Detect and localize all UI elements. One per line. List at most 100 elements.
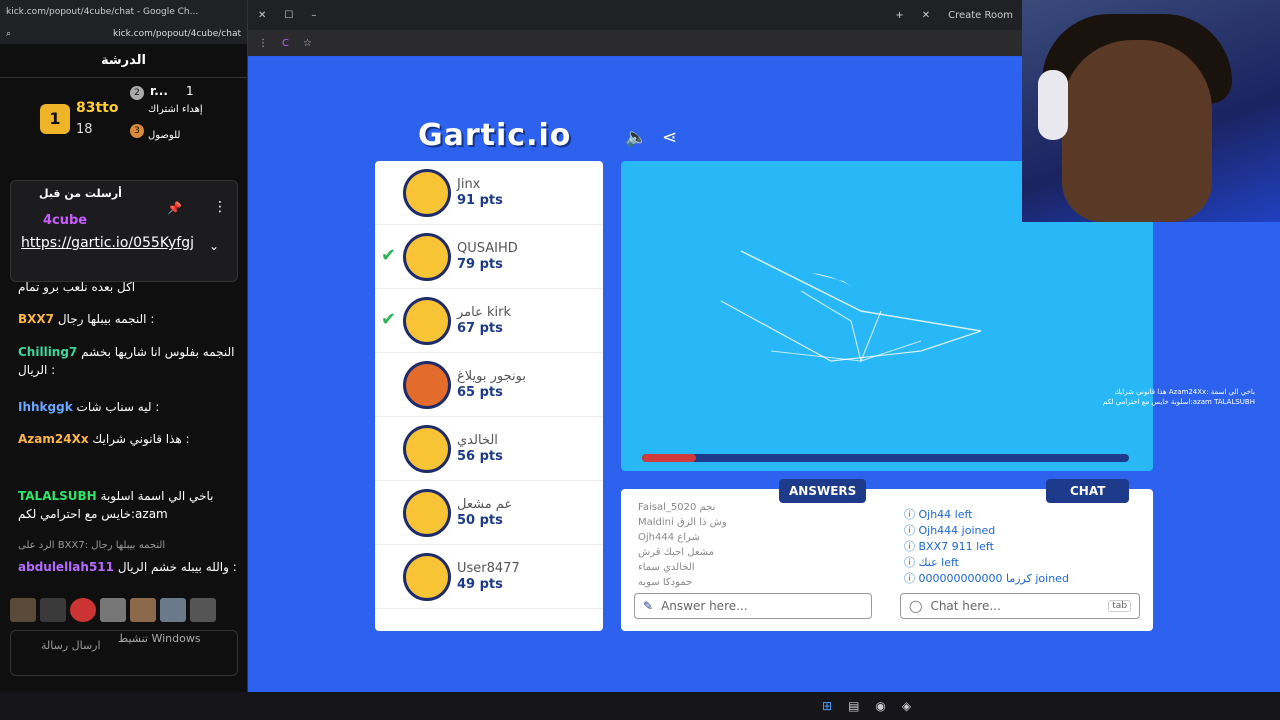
- player-avatar: [403, 233, 451, 281]
- minimize-icon[interactable]: –: [311, 10, 316, 21]
- emote[interactable]: [160, 598, 186, 622]
- chat-url[interactable]: kick.com/popout/4cube/chat: [113, 29, 241, 39]
- chat-text: النجمه بيبلها رجال :: [57, 312, 155, 326]
- chat-username[interactable]: Azam24Xx: [18, 432, 89, 446]
- chat-url-bar[interactable]: ⌕ kick.com/popout/4cube/chat: [0, 24, 247, 44]
- webcam-overlay: [1022, 0, 1280, 222]
- player-points: 91 pts: [457, 193, 503, 208]
- chevron-down-icon[interactable]: ⌄: [209, 239, 219, 253]
- chat-tab[interactable]: CHAT: [1046, 479, 1130, 503]
- player-row[interactable]: Jinx 91 pts: [375, 161, 603, 225]
- player-row[interactable]: ✔ عامر kirk 67 pts: [375, 289, 603, 353]
- chat-message: Azam24Xx هذا قانوني شرايك :: [18, 430, 240, 448]
- player-points: 50 pts: [457, 513, 503, 528]
- chat-item-text: Ojh444 joined: [918, 524, 996, 537]
- bookmark-icon[interactable]: ☆: [303, 38, 312, 49]
- player-name: عم مشعل: [457, 497, 513, 512]
- second-name: r...: [150, 84, 168, 98]
- answer-item: الخالدي سماء: [638, 562, 695, 573]
- chat-username[interactable]: TALALSUBH: [18, 489, 97, 503]
- browser-titlebar: ✕ ☐ – + ✕ Create Room: [248, 0, 1023, 30]
- start-icon[interactable]: ⊞: [822, 699, 832, 713]
- pinned-link[interactable]: https://gartic.io/055Kyfgj: [21, 233, 201, 254]
- player-points: 65 pts: [457, 385, 503, 400]
- chat-username[interactable]: Ihhkggk: [18, 400, 73, 414]
- chat-item-text: 000000000000 كرزما joined: [918, 572, 1069, 585]
- pinned-message[interactable]: أرسلت من قبل 📌 ⋮ 4cube https://gartic.io…: [10, 180, 238, 282]
- pinned-header: أرسلت من قبل: [39, 187, 122, 200]
- share-icon[interactable]: ⋖: [662, 127, 677, 148]
- player-avatar: [403, 425, 451, 473]
- round-progress-bar: [642, 454, 1129, 462]
- windows-activation-note: تنشيط Windows: [118, 632, 201, 645]
- chrome-icon[interactable]: ◉: [875, 699, 885, 713]
- steam-icon[interactable]: ◈: [902, 699, 911, 713]
- extension-icon[interactable]: C: [282, 38, 289, 49]
- new-tab-icon[interactable]: +: [895, 10, 903, 21]
- emote[interactable]: [130, 598, 156, 622]
- sound-icon[interactable]: 🔈: [625, 127, 647, 148]
- leader-count: 18: [76, 122, 93, 137]
- emote-row: [10, 598, 216, 622]
- emote[interactable]: [100, 598, 126, 622]
- taskbar: ⊞ ▤ ◉ ◈: [0, 692, 1280, 720]
- emote[interactable]: [70, 598, 96, 622]
- search-icon: ⌕: [6, 29, 12, 39]
- answer-item: Faisal_5020 نجم: [638, 502, 716, 513]
- headphones: [1038, 70, 1068, 140]
- third-sub: للوصول: [148, 130, 181, 141]
- info-icon: ⓘ: [904, 572, 919, 585]
- answer-item: حمودكا سويه: [638, 577, 693, 588]
- browser-toolbar: ⋮ C ☆: [248, 30, 1023, 56]
- player-row[interactable]: الخالدي 56 pts: [375, 417, 603, 481]
- emote[interactable]: [10, 598, 36, 622]
- player-row[interactable]: عم مشعل 50 pts: [375, 481, 603, 545]
- progress-fill: [642, 454, 696, 462]
- menu-icon[interactable]: ⋮: [258, 38, 268, 49]
- player-avatar: [403, 361, 451, 409]
- player-points: 49 pts: [457, 577, 503, 592]
- chat-item: ⓘ عنك left: [904, 555, 1134, 571]
- chat-title: الدرشة: [0, 44, 247, 78]
- rank-3-badge: 3: [130, 124, 144, 138]
- emote[interactable]: [190, 598, 216, 622]
- emote[interactable]: [40, 598, 66, 622]
- chat-message: abdulellah511 والله بيبله خشم الريال :: [18, 558, 240, 576]
- player-avatar: [403, 297, 451, 345]
- chat-item-text: Ojh44 left: [918, 508, 973, 521]
- player-row[interactable]: User8477 49 pts: [375, 545, 603, 609]
- chat-message: BXX7 النجمه بيبلها رجال :: [18, 310, 240, 328]
- tab-close-icon[interactable]: ✕: [922, 10, 930, 21]
- tab-create-room[interactable]: Create Room: [948, 10, 1013, 21]
- pinned-user[interactable]: 4cube: [43, 213, 87, 228]
- player-row[interactable]: ✔ QUSAIHD 79 pts: [375, 225, 603, 289]
- chat-icon: ◯: [909, 599, 923, 613]
- answer-item: Ojh444 شراع: [638, 532, 700, 543]
- chat-username[interactable]: abdulellah511: [18, 560, 114, 574]
- third-label: إهداء اشتراك: [148, 104, 203, 115]
- chat-item: ⓘ 000000000000 كرزما joined: [904, 571, 1134, 587]
- folder-icon[interactable]: ▤: [848, 699, 859, 713]
- close-icon[interactable]: ✕: [258, 10, 266, 21]
- chat-username[interactable]: Chilling7: [18, 345, 77, 359]
- player-row[interactable]: بونجور بويلاغ 65 pts: [375, 353, 603, 417]
- second-count: 1: [186, 84, 194, 98]
- chat-input[interactable]: ◯ Chat here... tab: [900, 593, 1140, 619]
- info-icon: ⓘ: [904, 508, 919, 521]
- check-icon: ✔: [381, 245, 397, 266]
- chat-item-text: BXX7 911 left: [918, 540, 994, 553]
- chat-list: ⓘ Ojh44 left ⓘ Ojh444 joined ⓘ BXX7 911 le…: [904, 507, 1134, 587]
- stream-chat-overlay: هذا قانوني شرايك Azam24Xx: باخي الي اسمة…: [1102, 388, 1255, 406]
- chat-item-text: عنك left: [918, 556, 959, 569]
- more-icon[interactable]: ⋮: [213, 199, 227, 215]
- player-name: Jinx: [457, 177, 481, 192]
- answer-input[interactable]: ✎ Answer here...: [634, 593, 872, 619]
- player-avatar: [403, 489, 451, 537]
- chat-message: Ihhkggk ليه سناب شات :: [18, 398, 240, 416]
- player-points: 56 pts: [457, 449, 503, 464]
- pin-icon[interactable]: 📌: [167, 201, 182, 215]
- maximize-icon[interactable]: ☐: [284, 10, 293, 21]
- chat-username[interactable]: BXX7: [18, 312, 54, 326]
- reply-hint: الرد على BXX7: النجمه بيبلها رجال: [18, 540, 166, 551]
- window-title: kick.com/popout/4cube/chat - Google Ch..…: [6, 7, 199, 17]
